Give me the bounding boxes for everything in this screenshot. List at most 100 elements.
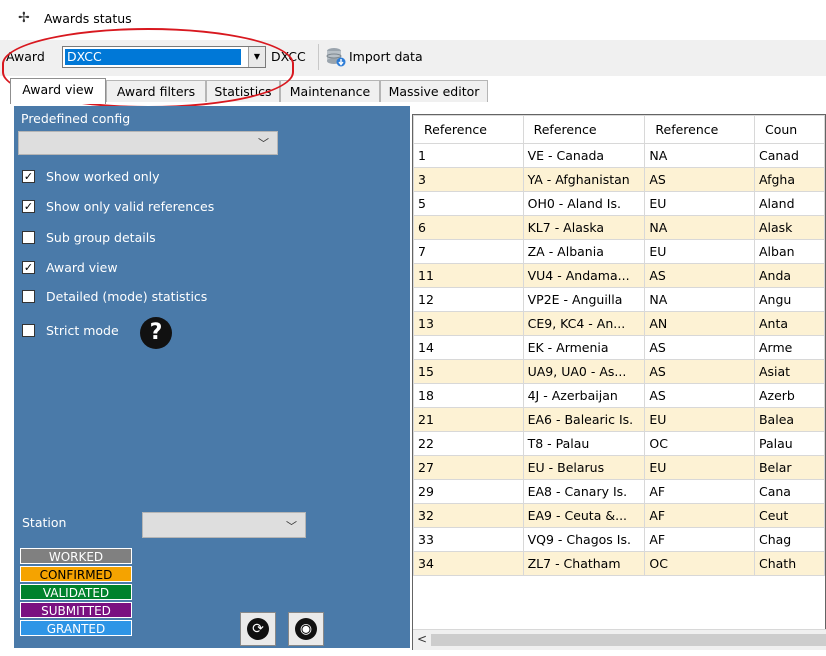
table-cell: Alask	[753, 215, 825, 240]
table-cell: Arme	[753, 335, 825, 360]
table-row[interactable]: 32 EA9 - Ceuta &... AF Ceut	[413, 503, 825, 528]
table-cell: 5	[413, 191, 524, 216]
table-cell: OC	[644, 551, 755, 576]
table-cell: UA9, UA0 - As...	[522, 359, 646, 384]
table-row[interactable]: 34 ZL7 - Chatham OC Chath	[413, 551, 825, 576]
table-row[interactable]: 7 ZA - Albania EU Alban	[413, 239, 825, 264]
scroll-left-icon[interactable]: <	[417, 632, 427, 646]
toolbar-separator	[318, 44, 319, 70]
station-select[interactable]: ﹀	[142, 512, 306, 538]
table-cell: 29	[413, 479, 524, 504]
award-view-checkbox[interactable]: ✓	[22, 261, 35, 274]
table-cell: OH0 - Aland Is.	[522, 191, 646, 216]
globe-button[interactable]: ◉	[288, 612, 324, 646]
award-grid[interactable]: Reference Reference Reference Coun 1 VE -…	[412, 114, 826, 650]
table-cell: NA	[644, 287, 755, 312]
table-cell: VE - Canada	[522, 143, 646, 168]
table-cell: Asiat	[753, 359, 825, 384]
show-only-valid-references-checkbox[interactable]: ✓	[22, 200, 35, 213]
table-row[interactable]: 15 UA9, UA0 - As... AS Asiat	[413, 359, 825, 384]
table-row[interactable]: 6 KL7 - Alaska NA Alask	[413, 215, 825, 240]
predefined-config-select[interactable]: ﹀	[18, 131, 278, 155]
table-cell: EU	[644, 407, 755, 432]
chevron-down-icon[interactable]: ▼	[248, 47, 265, 67]
horizontal-scrollbar[interactable]: <	[413, 629, 826, 650]
legend-worked: WORKED	[20, 548, 132, 564]
tab-award-view[interactable]: Award view	[10, 78, 106, 104]
table-row[interactable]: 21 EA6 - Balearic Is. EU Balea	[413, 407, 825, 432]
award-select-value: DXCC	[65, 49, 241, 65]
table-cell: 15	[413, 359, 524, 384]
database-import-icon[interactable]	[326, 47, 346, 67]
table-row[interactable]: 5 OH0 - Aland Is. EU Aland	[413, 191, 825, 216]
tab-award-filters[interactable]: Award filters	[106, 80, 206, 102]
table-row[interactable]: 33 VQ9 - Chagos Is. AF Chag	[413, 527, 825, 552]
table-cell: Balea	[753, 407, 825, 432]
header-row: Reference Reference Reference Coun	[413, 115, 825, 144]
table-cell: EA6 - Balearic Is.	[522, 407, 646, 432]
column-header-reference[interactable]: Reference	[413, 115, 524, 144]
strict-mode-checkbox[interactable]	[22, 324, 35, 337]
table-cell: VP2E - Anguilla	[522, 287, 646, 312]
table-cell: 12	[413, 287, 524, 312]
table-cell: 7	[413, 239, 524, 264]
legend-granted: GRANTED	[20, 620, 132, 636]
table-row[interactable]: 14 EK - Armenia AS Arme	[413, 335, 825, 360]
table-row[interactable]: 22 T8 - Palau OC Palau	[413, 431, 825, 456]
table-cell: 27	[413, 455, 524, 480]
import-data-button[interactable]: Import data	[349, 49, 423, 64]
show-worked-only-checkbox[interactable]: ✓	[22, 170, 35, 183]
table-cell: Ceut	[753, 503, 825, 528]
award-label: Award	[6, 49, 45, 64]
table-cell: AF	[644, 503, 755, 528]
table-cell: Afgha	[753, 167, 825, 192]
column-header-country[interactable]: Coun	[753, 115, 825, 144]
detailed-mode-statistics-checkbox[interactable]	[22, 290, 35, 303]
table-cell: 14	[413, 335, 524, 360]
table-cell: OC	[644, 431, 755, 456]
table-cell: Belar	[753, 455, 825, 480]
tab-statistics[interactable]: Statistics	[206, 80, 280, 102]
table-row[interactable]: 29 EA8 - Canary Is. AF Cana	[413, 479, 825, 504]
globe-icon: ◉	[295, 618, 317, 640]
help-icon[interactable]: ?	[140, 317, 172, 349]
table-row[interactable]: 18 4J - Azerbaijan AS Azerb	[413, 383, 825, 408]
tab-maintenance[interactable]: Maintenance	[280, 80, 380, 102]
app-icon: ✢	[18, 10, 30, 26]
table-cell: EK - Armenia	[522, 335, 646, 360]
predefined-config-label: Predefined config	[21, 111, 131, 126]
table-cell: VQ9 - Chagos Is.	[522, 527, 646, 552]
award-code-label: DXCC	[271, 49, 306, 64]
table-row[interactable]: 1 VE - Canada NA Canad	[413, 143, 825, 168]
checkbox-label: Detailed (mode) statistics	[46, 289, 208, 304]
table-cell: AN	[644, 311, 755, 336]
column-header-reference-continent[interactable]: Reference	[644, 115, 755, 144]
table-cell: CE9, KC4 - An...	[522, 311, 646, 336]
table-cell: 32	[413, 503, 524, 528]
table-cell: EU	[644, 239, 755, 264]
table-row[interactable]: 3 YA - Afghanistan AS Afgha	[413, 167, 825, 192]
table-cell: EU - Belarus	[522, 455, 646, 480]
table-cell: ZA - Albania	[522, 239, 646, 264]
table-cell: 21	[413, 407, 524, 432]
sub-group-details-checkbox[interactable]	[22, 231, 35, 244]
checkbox-label: Strict mode	[46, 323, 119, 338]
award-select[interactable]: DXCC ▼	[62, 46, 266, 68]
table-cell: VU4 - Andama...	[522, 263, 646, 288]
refresh-button[interactable]: ⟳	[240, 612, 276, 646]
table-cell: 34	[413, 551, 524, 576]
column-header-reference-name[interactable]: Reference	[522, 115, 646, 144]
table-cell: EA8 - Canary Is.	[522, 479, 646, 504]
table-cell: 13	[413, 311, 524, 336]
table-cell: Chath	[753, 551, 825, 576]
table-row[interactable]: 11 VU4 - Andama... AS Anda	[413, 263, 825, 288]
table-row[interactable]: 13 CE9, KC4 - An... AN Anta	[413, 311, 825, 336]
legend-submitted: SUBMITTED	[20, 602, 132, 618]
table-cell: Anta	[753, 311, 825, 336]
tab-massive-editor[interactable]: Massive editor	[380, 80, 488, 102]
table-cell: 11	[413, 263, 524, 288]
table-cell: 1	[413, 143, 524, 168]
table-row[interactable]: 27 EU - Belarus EU Belar	[413, 455, 825, 480]
scrollbar-thumb[interactable]	[431, 634, 826, 646]
table-row[interactable]: 12 VP2E - Anguilla NA Angu	[413, 287, 825, 312]
